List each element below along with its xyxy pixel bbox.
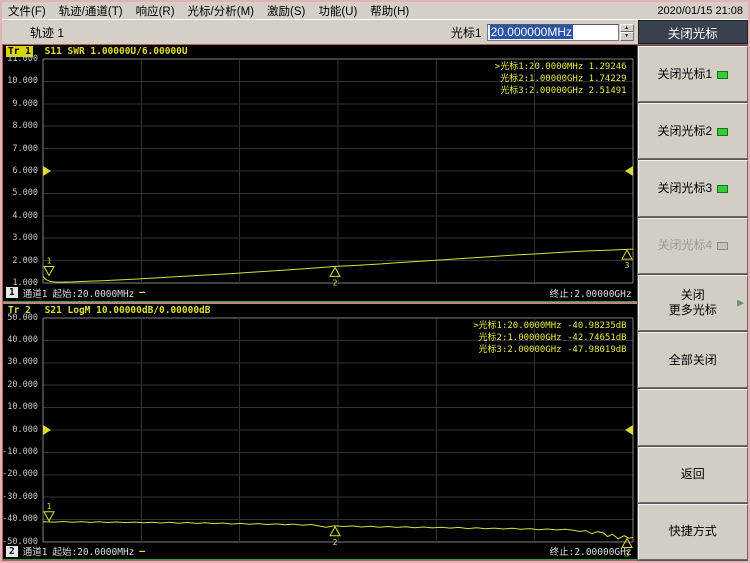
sidebar-header-close-markers[interactable]: 关闭光标 [638,20,748,44]
trace1-y-axis-labels: 11.00010.0009.0008.0007.0006.0005.0004.0… [3,59,40,283]
menu-item-6[interactable]: 帮助(H) [370,3,409,19]
led-indicator-on [717,185,728,193]
trace2-marker-readouts: >光标1:20.0000MHz -40.98235dB光标2:1.00000GH… [473,320,626,356]
menu-item-0[interactable]: 文件(F) [8,3,46,19]
channel2-label: 通道1 [23,544,48,558]
trace-marker-1[interactable]: 1 [44,256,54,275]
svg-text:3: 3 [625,261,630,270]
channel1-stop-label: 终止:2.00000GHz [550,286,632,300]
menu-item-1[interactable]: 轨迹/通道(T) [59,3,123,19]
sidebar-button-close-marker-1[interactable]: 关闭光标1 [638,46,748,102]
marker-frequency-value: 20.000000MHz [490,25,573,39]
trace1-marker-readouts: >光标1:20.0000MHz 1.29246光标2:1.00000GHz 1.… [495,61,627,97]
sidebar-button-shortcut[interactable]: 快捷方式 [638,504,748,560]
channel2-start-label: 起始:20.0000MHz [52,544,134,558]
chart-area: Tr 1 S11 SWR 1.00000U/6.00000U 11.00010.… [2,44,638,561]
vna-window: 文件(F) 轨迹/通道(T) 响应(R) 光标/分析(M) 激励(S) 功能(U) 帮助(H… [0,0,750,563]
led-indicator-on [717,128,728,136]
channel2-status-bar: 2 通道1 起始:20.0000MHz — 终止:2.00000GHz [6,544,632,558]
stepper-down-button[interactable]: ▼ [620,32,634,41]
stepper-up-button[interactable]: ▲ [620,24,634,33]
led-indicator-on [717,71,728,79]
menu-bar-items: 文件(F) 轨迹/通道(T) 响应(R) 光标/分析(M) 激励(S) 功能(U) 帮助(H… [8,3,422,19]
trace1-color-dash: — [139,287,145,298]
marker-field-label: 光标1 [451,24,482,41]
sidebar-button-blank[interactable] [638,389,748,445]
trace2-color-dash: — [139,546,145,557]
trace1-title: S11 SWR 1.00000U/6.00000U [45,46,188,57]
datetime: 2020/01/15 21:08 [657,5,743,17]
menu-bar: 文件(F) 轨迹/通道(T) 响应(R) 光标/分析(M) 激励(S) 功能(U) 帮助(H… [2,2,748,20]
trace-marker-2[interactable]: 2 [330,267,340,287]
trace2-title: S21 LogM 10.00000dB/0.00000dB [45,305,211,316]
channel1-number-badge: 1 [6,287,18,298]
marker-frequency-input[interactable]: 20.000000MHz [487,24,619,41]
svg-text:1: 1 [47,256,52,265]
svg-text:1: 1 [47,501,52,510]
channel2-number-badge: 2 [6,546,18,557]
trace1-plot-area: 123 >光标1:20.0000MHz 1.29246光标2:1.00000GH… [43,59,633,283]
s11-swr-panel: Tr 1 S11 SWR 1.00000U/6.00000U 11.00010.… [3,45,637,302]
submenu-arrow-icon: ▶ [737,297,744,308]
sidebar-button-back[interactable]: 返回 [638,447,748,503]
menu-item-4[interactable]: 激励(S) [267,3,305,19]
sidebar-button-close-all[interactable]: 全部关闭 [638,332,748,388]
s21-logm-panel: Tr 2 S21 LogM 10.00000dB/0.00000dB 50.00… [3,304,637,561]
trace2-y-axis-labels: 50.00040.00030.00020.00010.0000.000-10.0… [3,318,40,542]
menu-item-3[interactable]: 光标/分析(M) [188,3,254,19]
sidebar-button-close-marker-2[interactable]: 关闭光标2 [638,103,748,159]
trace2-plot-area: 123 >光标1:20.0000MHz -40.98235dB光标2:1.000… [43,318,633,542]
trace-marker-1[interactable]: 1 [44,501,54,520]
sidebar-button-close-more-markers[interactable]: 关闭更多光标▶ [638,275,748,331]
active-trace-label: 轨迹 1 [30,24,64,41]
menu-item-5[interactable]: 功能(U) [318,3,357,19]
frequency-stepper: ▲ ▼ [620,24,634,41]
sidebar-buttons: 关闭光标1关闭光标2关闭光标3关闭光标4关闭更多光标▶全部关闭返回快捷方式 [638,44,748,561]
toolbar: 轨迹 1 光标1 20.000000MHz ▲ ▼ [2,20,638,44]
channel1-status-bar: 1 通道1 起始:20.0000MHz — 终止:2.00000GHz [6,286,632,300]
sidebar-button-close-marker-3[interactable]: 关闭光标3 [638,160,748,216]
led-indicator-off [717,242,728,250]
sidebar: 关闭光标 关闭光标1关闭光标2关闭光标3关闭光标4关闭更多光标▶全部关闭返回快捷… [638,20,748,561]
channel2-stop-label: 终止:2.00000GHz [550,544,632,558]
sidebar-button-close-marker-4[interactable]: 关闭光标4 [638,218,748,274]
channel1-label: 通道1 [23,286,48,300]
trace-marker-3[interactable]: 3 [622,250,632,270]
trace1-header: Tr 1 S11 SWR 1.00000U/6.00000U [6,46,633,58]
channel1-start-label: 起始:20.0000MHz [52,286,134,300]
trace2-header: Tr 2 S21 LogM 10.00000dB/0.00000dB [6,305,633,317]
menu-item-2[interactable]: 响应(R) [136,3,175,19]
